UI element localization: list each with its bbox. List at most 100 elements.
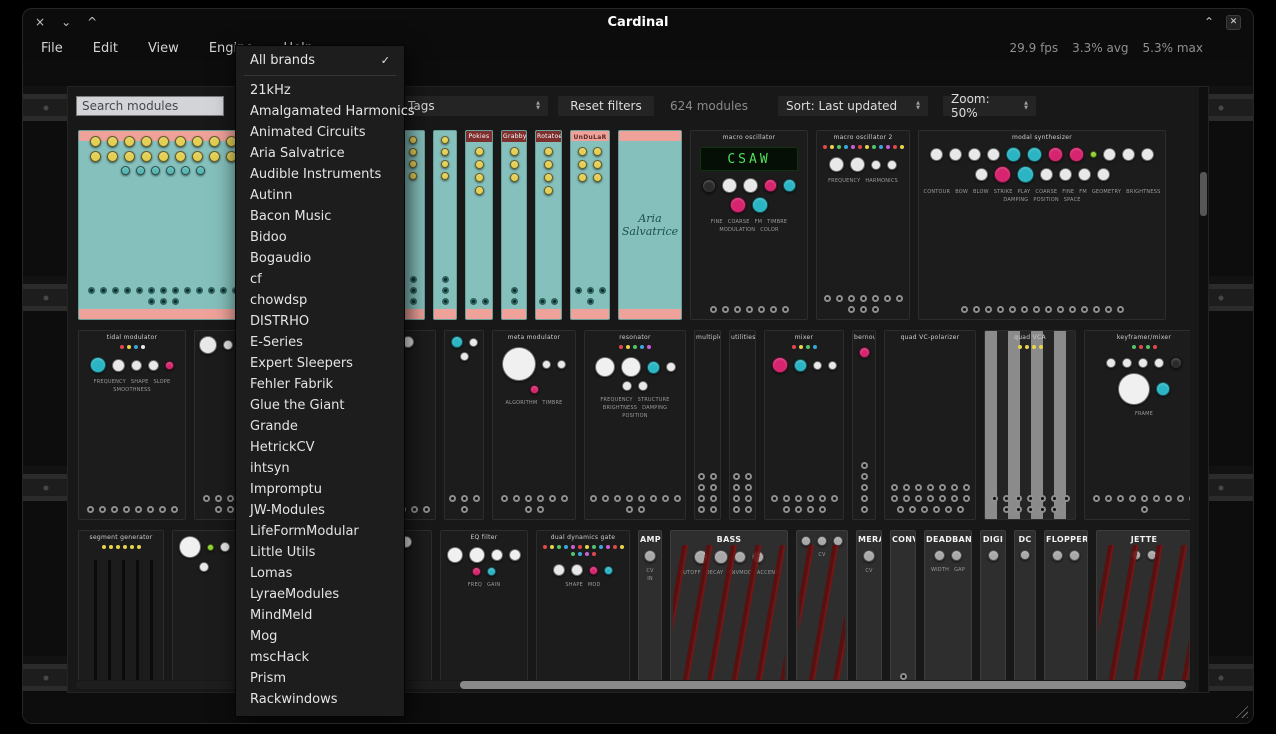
module-flopper[interactable]: FLOPPER <box>1044 530 1088 680</box>
module-card[interactable] <box>444 330 484 520</box>
brand-menu-item-all-brands[interactable]: All brands ✓ <box>236 50 404 71</box>
brand-menu-item[interactable]: chowdsp <box>236 290 404 311</box>
brand-menu-item[interactable]: Autinn <box>236 185 404 206</box>
brand-menu-item[interactable]: Aria Salvatrice <box>236 143 404 164</box>
module-quad-vca[interactable]: quad VCA <box>984 330 1076 520</box>
module-mixer[interactable]: mixer <box>764 330 844 520</box>
module-bernoulli-gate[interactable]: bernoulli gate <box>852 330 876 520</box>
module-multiples[interactable]: multiples <box>694 330 721 520</box>
module-undular[interactable]: UnDuLaR <box>570 130 610 320</box>
brand-menu-item[interactable]: DISTRHO <box>236 311 404 332</box>
module-card[interactable] <box>433 130 457 320</box>
tags-select[interactable]: Tags ▲▼ <box>400 96 548 116</box>
brand-menu-item[interactable]: E-Series <box>236 332 404 353</box>
module-card[interactable] <box>172 530 236 680</box>
module-macro-oscillator[interactable]: macro oscillatorCSAWFINECOARSEFMTIMBREMO… <box>690 130 808 320</box>
brand-menu-item[interactable]: ihtsyn <box>236 458 404 479</box>
brand-menu-item[interactable]: Animated Circuits <box>236 122 404 143</box>
brand-menu-item[interactable]: HetrickCV <box>236 437 404 458</box>
brand-menu-item[interactable]: Prism <box>236 668 404 689</box>
port-jack <box>939 495 946 502</box>
sort-select[interactable]: Sort: Last updated ▲▼ <box>778 96 928 116</box>
zoom-select[interactable]: Zoom: 50% ▲▼ <box>943 96 1036 116</box>
keep-above-icon[interactable]: ⌃ <box>1204 15 1214 30</box>
chevron-down-icon[interactable]: ⌄ <box>61 15 71 29</box>
module-conv[interactable]: CONV <box>890 530 916 680</box>
module-utilities[interactable]: utilities <box>729 330 756 520</box>
port-jack <box>99 506 106 513</box>
port-jack <box>449 495 456 502</box>
port-jack <box>220 287 227 294</box>
brand-menu-item[interactable]: MindMeld <box>236 605 404 626</box>
module-jette[interactable]: JETTE <box>1096 530 1190 680</box>
port-jack <box>746 306 753 313</box>
brand-menu-item[interactable]: Expert Sleepers <box>236 353 404 374</box>
brand-menu-item[interactable]: Glue the Giant <box>236 395 404 416</box>
module-eq-filter[interactable]: EQ filterFREQGAIN <box>440 530 528 680</box>
brand-menu-item[interactable]: Mog <box>236 626 404 647</box>
module-resonator[interactable]: resonatorFREQUENCYSTRUCTUREBRIGHTNESSDAM… <box>584 330 686 520</box>
chevron-up-icon[interactable]: ^ <box>87 15 97 29</box>
module-title: DIGI <box>981 531 1005 545</box>
brand-menu-item[interactable]: mscHack <box>236 647 404 668</box>
module-pokies[interactable]: Pokies <box>465 130 493 320</box>
brand-menu-item[interactable]: JW-Modules <box>236 500 404 521</box>
port-row <box>79 283 247 319</box>
search-input[interactable] <box>76 96 224 116</box>
brand-menu-item[interactable]: 21kHz <box>236 80 404 101</box>
brand-menu-item[interactable]: Rackwindows <box>236 689 404 710</box>
module-digi[interactable]: DIGI <box>980 530 1006 680</box>
module-modal-synthesizer[interactable]: modal synthesizerCONTOURBOWBLOWSTRIKEPLA… <box>918 130 1166 320</box>
port-jack <box>1129 495 1136 502</box>
port-row <box>502 283 526 319</box>
module-macro-oscillator-2[interactable]: macro oscillator 2FREQUENCYHARMONICS <box>816 130 910 320</box>
brand-menu-item[interactable]: Fehler Fabrik <box>236 374 404 395</box>
brand-menu-item[interactable]: Little Utils <box>236 542 404 563</box>
menu-view[interactable]: View <box>148 41 179 56</box>
vertical-scrollbar-thumb[interactable] <box>1200 172 1207 216</box>
brand-menu-item[interactable]: Lomas <box>236 563 404 584</box>
module-grabby[interactable]: Grabby <box>501 130 527 320</box>
menu-edit[interactable]: Edit <box>93 41 118 56</box>
brand-menu-list: 21kHzAmalgamated HarmonicsAnimated Circu… <box>236 80 404 710</box>
brand-menu-item[interactable]: Audible Instruments <box>236 164 404 185</box>
brand-menu-item[interactable]: Bacon Music <box>236 206 404 227</box>
module-dc[interactable]: DC <box>1014 530 1036 680</box>
knob <box>544 186 553 195</box>
module-mera[interactable]: MERACV <box>856 530 882 680</box>
reset-filters-button[interactable]: Reset filters <box>558 96 654 116</box>
module-aria-salvatrice[interactable]: Aria Salvatrice <box>618 130 682 320</box>
brand-menu-item[interactable]: Bogaudio <box>236 248 404 269</box>
module-dual-dynamics-gate[interactable]: dual dynamics gateSHAPEMOD <box>536 530 630 680</box>
vertical-scrollbar[interactable] <box>1199 87 1208 692</box>
brand-menu-item[interactable]: LyraeModules <box>236 584 404 605</box>
port-jack <box>831 495 838 502</box>
menu-file[interactable]: File <box>41 41 63 56</box>
port-jack <box>783 495 790 502</box>
port-jack <box>87 506 94 513</box>
module-amp[interactable]: AMPCVIN <box>638 530 662 680</box>
module-tidal-modulator[interactable]: tidal modulatorFREQUENCYSHAPESLOPESMOOTH… <box>78 330 186 520</box>
module-rotatoes[interactable]: Rotatoes <box>535 130 562 320</box>
brand-menu-item[interactable]: Bidoo <box>236 227 404 248</box>
brand-menu-item[interactable]: Amalgamated Harmonics <box>236 101 404 122</box>
brand-menu-item[interactable]: Impromptu <box>236 479 404 500</box>
brand-menu-item[interactable]: Grande <box>236 416 404 437</box>
module-title: UnDuLaR <box>571 131 609 142</box>
module-card[interactable] <box>78 130 248 320</box>
module-bass[interactable]: BASSCUTOFFDECAYENVMODACCENT <box>670 530 788 680</box>
module-quad-vc-polarizer[interactable]: quad VC-polarizer <box>884 330 976 520</box>
module-card[interactable]: CV <box>796 530 848 680</box>
module-segment-generator[interactable]: segment generator <box>78 530 164 680</box>
module-deadband[interactable]: DEADBANDWIDTHGAP <box>924 530 972 680</box>
module-keyframer-mixer[interactable]: keyframer/mixerFRAME <box>1084 330 1190 520</box>
close-box-icon[interactable]: ✕ <box>1226 15 1241 30</box>
port-jack <box>722 306 729 313</box>
horizontal-scrollbar-thumb[interactable] <box>460 681 1186 689</box>
brand-menu-item[interactable]: cf <box>236 269 404 290</box>
knob <box>158 136 169 147</box>
brand-menu-item[interactable]: LifeFormModular <box>236 521 404 542</box>
module-meta-modulator[interactable]: meta modulatorALGORITHMTIMBRE <box>492 330 576 520</box>
port-jack <box>915 495 922 502</box>
close-icon[interactable]: × <box>35 15 45 29</box>
